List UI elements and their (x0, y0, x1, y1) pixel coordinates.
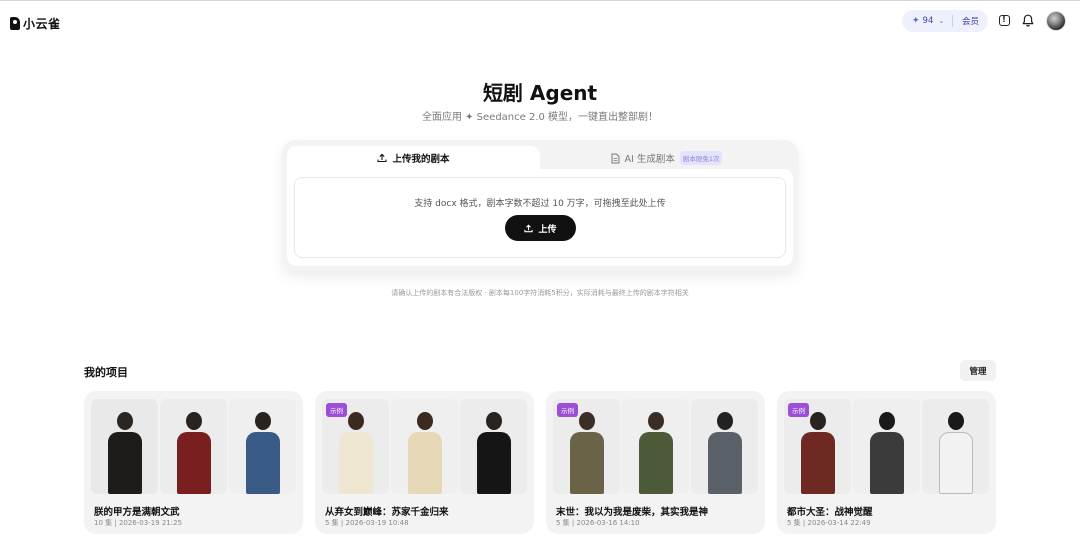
project-name: 都市大圣：战神觉醒 (787, 507, 873, 518)
upload-button-label: 上传 (538, 224, 557, 235)
project-meta: 5 集 | 2026-03-19 10:48 (325, 519, 409, 527)
project-meta: 10 集 | 2026-03-19 21:25 (94, 519, 183, 527)
character-image (853, 399, 920, 494)
project-card[interactable]: 示例 末世：我以为我是废柴，其实我是神 5 集 | 2026-03-16 14:… (546, 391, 765, 534)
example-badge: 示例 (557, 403, 578, 417)
project-name: 末世：我以为我是废柴，其实我是神 (556, 507, 709, 518)
bell-icon[interactable] (1021, 13, 1035, 27)
logo-text: 小云雀 (23, 17, 61, 31)
app-logo[interactable]: 小云雀 (10, 15, 61, 32)
page-title: 短剧 Agent (482, 81, 598, 105)
upload-icon (377, 153, 388, 163)
tab-ai-label: AI 生成剧本 (624, 154, 675, 165)
page-subtitle: 全面应用 ✦ Seedance 2.0 模型，一键直出整部剧！ (421, 112, 659, 123)
project-meta: 5 集 | 2026-03-16 14:10 (556, 519, 640, 527)
project-meta: 5 集 | 2026-03-14 22:49 (787, 519, 871, 527)
character-image (91, 399, 158, 494)
projects-title: 我的项目 (84, 366, 128, 379)
copyright-notice: 请确认上传的剧本有合法版权 · 剧本每100字符消耗5积分，实际消耗与最终上传的… (391, 289, 689, 297)
tab-upload-label: 上传我的剧本 (392, 154, 450, 165)
tab-upload-script[interactable]: 上传我的剧本 (287, 146, 540, 170)
character-image (460, 399, 527, 494)
member-button[interactable]: 会员 (953, 15, 988, 27)
project-card[interactable]: 朕的甲方是满朝文武 10 集 | 2026-03-19 21:25 (84, 391, 303, 534)
script-upload-card: 上传我的剧本 AI 生成剧本 剧本限免1次 支持 docx 格式，剧本字数不超过… (282, 140, 798, 271)
document-icon (611, 153, 620, 163)
sparkle-icon: ✦ (912, 16, 920, 26)
project-name: 朕的甲方是满朝文武 (94, 507, 180, 518)
info-icon[interactable]: ! (997, 13, 1011, 27)
project-thumbnails (553, 399, 758, 494)
dropzone-hint: 支持 docx 格式，剧本字数不超过 10 万字，可拖拽至此处上传 (414, 199, 666, 209)
character-image (229, 399, 296, 494)
tab-ai-script[interactable]: AI 生成剧本 剧本限免1次 (540, 146, 793, 170)
top-bar: 小云雀 ✦ 94 ⌄ 会员 ! (0, 1, 1080, 41)
chevron-down-icon: ⌄ (938, 17, 945, 25)
project-thumbnails (91, 399, 296, 494)
credits-count: 94 (922, 16, 934, 26)
manage-button[interactable]: 管理 (960, 360, 996, 381)
project-name: 从弃女到巅峰：苏家千金归来 (325, 507, 449, 518)
file-dropzone[interactable]: 支持 docx 格式，剧本字数不超过 10 万字，可拖拽至此处上传 上传 (294, 177, 786, 258)
credit-member-pill: ✦ 94 ⌄ 会员 (902, 10, 988, 32)
character-image (691, 399, 758, 494)
upload-panel: 支持 docx 格式，剧本字数不超过 10 万字，可拖拽至此处上传 上传 (287, 169, 793, 266)
character-image (160, 399, 227, 494)
character-image (391, 399, 458, 494)
example-badge: 示例 (788, 403, 809, 417)
example-badge: 示例 (326, 403, 347, 417)
upload-icon (524, 223, 534, 232)
project-thumbnails (322, 399, 527, 494)
character-image (922, 399, 989, 494)
upload-button[interactable]: 上传 (505, 215, 576, 241)
project-card[interactable]: 示例 都市大圣：战神觉醒 5 集 | 2026-03-14 22:49 (777, 391, 996, 534)
character-image (622, 399, 689, 494)
logo-icon (10, 17, 20, 30)
project-thumbnails (784, 399, 989, 494)
project-card[interactable]: 示例 从弃女到巅峰：苏家千金归来 5 集 | 2026-03-19 10:48 (315, 391, 534, 534)
free-trial-badge: 剧本限免1次 (679, 151, 723, 165)
credits-button[interactable]: ✦ 94 ⌄ (902, 16, 952, 26)
user-avatar[interactable] (1046, 11, 1066, 31)
